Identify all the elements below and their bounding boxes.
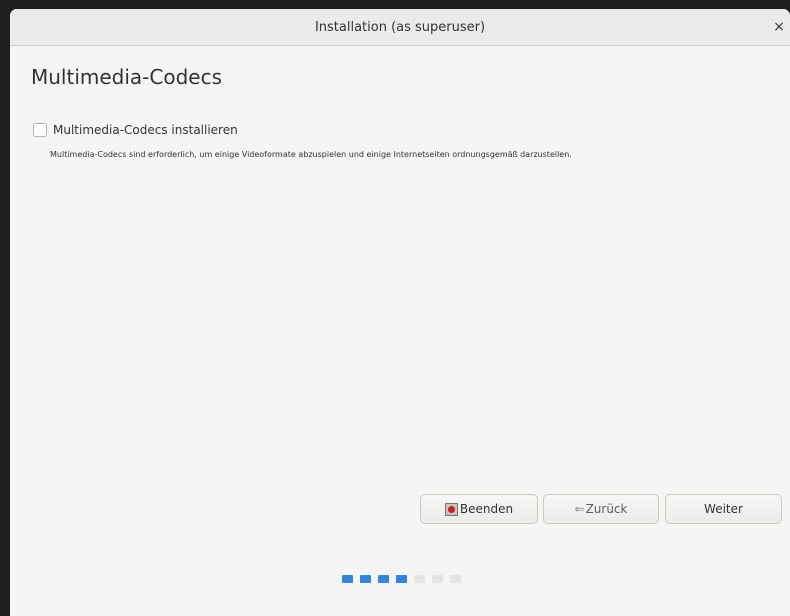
progress-step-complete	[378, 575, 389, 583]
installer-window: Installation (as superuser) × Multimedia…	[10, 9, 790, 616]
progress-step-pending	[432, 575, 443, 583]
page-title: Multimedia-Codecs	[31, 65, 223, 89]
progress-step-pending	[414, 575, 425, 583]
progress-step-complete	[342, 575, 353, 583]
next-button-label: Weiter	[704, 502, 743, 516]
quit-icon	[444, 502, 458, 516]
install-codecs-checkbox[interactable]	[33, 123, 47, 137]
codecs-description: Multimedia-Codecs sind erforderlich, um …	[50, 150, 572, 159]
progress-step-complete	[360, 575, 371, 583]
install-codecs-option[interactable]: Multimedia-Codecs installieren	[33, 121, 238, 139]
window-title: Installation (as superuser)	[314, 20, 486, 35]
next-button[interactable]: Weiter	[665, 494, 782, 524]
back-button-label: Zurück	[585, 502, 628, 516]
quit-button-label: Beenden	[459, 502, 514, 516]
step-progress	[342, 575, 461, 583]
close-button[interactable]: ×	[768, 9, 790, 46]
quit-button[interactable]: Beenden	[420, 494, 538, 524]
progress-step-pending	[450, 575, 461, 583]
close-icon: ×	[773, 19, 785, 35]
install-codecs-label: Multimedia-Codecs installieren	[53, 123, 238, 137]
back-button[interactable]: ⇐ Zurück	[543, 494, 659, 524]
back-arrow-icon: ⇐	[574, 502, 585, 516]
progress-step-complete	[396, 575, 407, 583]
titlebar: Installation (as superuser) ×	[10, 9, 790, 46]
